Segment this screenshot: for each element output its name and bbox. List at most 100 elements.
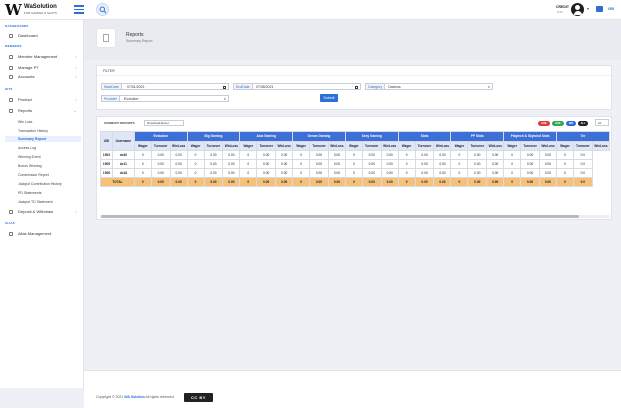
- sidebar-item-member-management[interactable]: Member Management ›: [5, 53, 81, 60]
- column-header[interactable]: WinLoss: [275, 141, 294, 151]
- sidebar-subitem-pd-statements[interactable]: PD Statements: [5, 190, 81, 196]
- calendar-icon[interactable]: [355, 85, 358, 89]
- username-cell[interactable]: dc11: [111, 159, 135, 169]
- table-cell: 0.00: [275, 159, 294, 169]
- sidebar-item-dashboard[interactable]: Dashboard: [5, 32, 81, 39]
- sidebar-section-alias: ALIAS: [5, 221, 15, 225]
- filter-pill-osk[interactable]: OSK: [552, 121, 564, 126]
- sidebar-item-alias-management[interactable]: Alias Management: [5, 230, 81, 237]
- mail-icon[interactable]: [596, 6, 603, 12]
- scrollbar-thumb[interactable]: [101, 215, 579, 218]
- table-cell: 0.00: [433, 159, 452, 169]
- user-icon: [9, 65, 13, 70]
- table-cell: 0: [450, 168, 469, 178]
- sidebar-subitem-bonus-winning[interactable]: Bonus Winning: [5, 163, 81, 169]
- column-header[interactable]: Wager: [186, 141, 205, 151]
- sidebar-item-label: Member Management: [18, 54, 58, 59]
- sidebar-subitem-commission-report[interactable]: Commission Report: [5, 172, 81, 178]
- username-cell[interactable]: dc40: [111, 150, 135, 160]
- category-label: Category: [366, 84, 386, 89]
- avatar[interactable]: [571, 3, 584, 16]
- sidebar-subitem-winning-event[interactable]: Winning Event: [5, 154, 81, 160]
- filter-pill-all[interactable]: ALL: [578, 121, 588, 126]
- column-header[interactable]: Turnover: [467, 141, 488, 151]
- column-header[interactable]: WinLoss: [380, 141, 399, 151]
- column-header[interactable]: Wager: [239, 141, 258, 151]
- column-header[interactable]: Turnover: [256, 141, 277, 151]
- users-icon: [9, 54, 13, 59]
- column-header[interactable]: Wager: [450, 141, 469, 151]
- license-badge[interactable]: CC BY: [184, 393, 213, 402]
- table-cell: 0: [292, 159, 311, 169]
- column-header[interactable]: Wager: [503, 141, 522, 151]
- chevron-down-icon[interactable]: [587, 8, 589, 10]
- total-cell: 0.00: [520, 177, 541, 187]
- table-cell: 0.00: [539, 150, 557, 160]
- brand-logo[interactable]: W WaSolution FOR GAMING & SLOTS: [5, 2, 85, 18]
- search-button[interactable]: [96, 3, 109, 16]
- submit-button[interactable]: Submit: [320, 94, 338, 102]
- column-header[interactable]: Wager: [292, 141, 311, 151]
- table-cell: 0: [239, 150, 258, 160]
- column-header[interactable]: Turnover: [361, 141, 382, 151]
- column-header[interactable]: WinLoss: [327, 141, 346, 151]
- sidebar-subitem-transaction-history[interactable]: Transaction History: [5, 128, 81, 134]
- provider-select[interactable]: Provider Evolution ⇕: [101, 95, 229, 102]
- table-cell: 0: [397, 159, 416, 169]
- group-header: Dream Gaming: [292, 131, 346, 142]
- download-select[interactable]: Download Excel: [144, 120, 184, 126]
- sidebar-item-accounts[interactable]: Accounts ›: [5, 73, 81, 80]
- column-header[interactable]: Turnover: [309, 141, 329, 151]
- start-date-field[interactable]: StartDate 07/01/2021: [101, 83, 229, 90]
- username-cell[interactable]: dc18: [111, 168, 135, 178]
- copyright-brand[interactable]: WA Solution: [124, 395, 144, 399]
- end-date-label: EndDate: [234, 84, 253, 89]
- filter-panel: FILTER StartDate 07/01/2021 EndDate 07/0…: [96, 65, 612, 110]
- column-header[interactable]: Wager: [344, 141, 363, 151]
- horizontal-scrollbar[interactable]: [100, 215, 610, 218]
- column-header[interactable]: WinLoss: [539, 141, 557, 151]
- table-cell: 0.0: [572, 150, 593, 160]
- sidebar-item-manage-pt[interactable]: Manage PT ›: [5, 64, 81, 71]
- menu-toggle-icon[interactable]: [74, 5, 84, 14]
- category-select[interactable]: Category Casinos ⇕: [365, 83, 493, 90]
- summary-table-scroll[interactable]: UID Username Evolution Big Gaming Asia Gamin…: [100, 131, 610, 215]
- sidebar-subitem-jackpot-contribution[interactable]: Jackpot Contribution History: [5, 181, 81, 187]
- column-header[interactable]: Turnover: [414, 141, 435, 151]
- total-cell: 0.00: [380, 177, 399, 187]
- column-header[interactable]: Turnover: [520, 141, 541, 151]
- column-header[interactable]: WinLoss: [433, 141, 452, 151]
- column-header[interactable]: WinLoss: [591, 141, 610, 151]
- per-page-select[interactable]: 10: [595, 119, 609, 126]
- column-header[interactable]: WinLoss: [169, 141, 188, 151]
- logo-tagline: FOR GAMING & SLOTS: [24, 11, 57, 15]
- filter-pill-wb[interactable]: WB: [566, 121, 576, 126]
- sidebar-item-reports[interactable]: Reports ⌄: [5, 107, 81, 114]
- column-header[interactable]: Wager: [555, 141, 574, 151]
- user-balance: 0.00: [557, 10, 563, 14]
- filter-pill-sok[interactable]: SOK: [538, 121, 550, 126]
- column-header[interactable]: Wager: [133, 141, 152, 151]
- table-cell: 0.00: [433, 150, 452, 160]
- column-header[interactable]: WinLoss: [222, 141, 241, 151]
- sidebar-subitem-win-loss[interactable]: Win Loss: [5, 119, 81, 125]
- column-header[interactable]: Turnover: [150, 141, 171, 151]
- calendar-icon[interactable]: [223, 85, 226, 89]
- sidebar-subitem-access-log[interactable]: Access Log: [5, 145, 81, 151]
- sidebar-item-product[interactable]: Product ›: [5, 96, 81, 103]
- sidebar-subitem-jackpot-td-statement[interactable]: Jackpot TD Statement: [5, 199, 81, 205]
- language-selector[interactable]: GB: [608, 6, 614, 12]
- sidebar-subitem-summary-report[interactable]: Summary Report: [5, 136, 81, 142]
- column-header[interactable]: Wager: [397, 141, 416, 151]
- sidebar-item-label: Deposit & Withdraw: [18, 209, 54, 214]
- total-cell: 0.00: [203, 177, 224, 187]
- main-content: Reports Summary Report FILTER StartDate …: [84, 20, 621, 408]
- end-date-field[interactable]: EndDate 07/08/2021: [233, 83, 361, 90]
- total-cell: 0.00: [539, 177, 557, 187]
- column-header[interactable]: Turnover: [203, 141, 224, 151]
- search-icon: [99, 6, 107, 14]
- column-header[interactable]: WinLoss: [486, 141, 505, 151]
- sidebar-item-deposit-withdraw[interactable]: Deposit & Withdraw ›: [5, 208, 81, 215]
- column-header[interactable]: Turnover: [572, 141, 593, 151]
- group-header: Big Gaming: [186, 131, 241, 142]
